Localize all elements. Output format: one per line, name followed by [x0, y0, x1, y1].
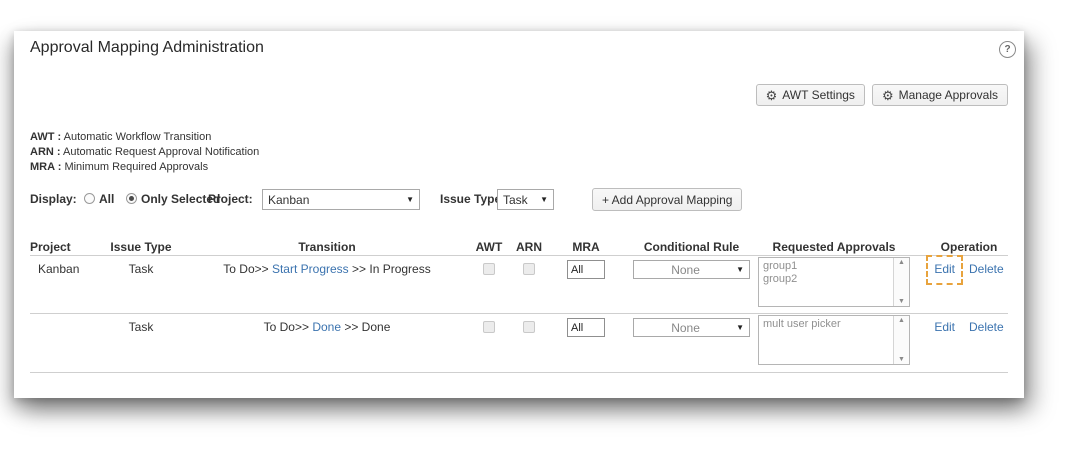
- issue-type-label: Issue Type:: [440, 192, 505, 206]
- table-row: Kanban Task To Do>> Start Progress >> In…: [14, 257, 1024, 313]
- scroll-down-icon[interactable]: ▼: [898, 298, 905, 305]
- scroll-up-icon[interactable]: ▲: [898, 317, 905, 324]
- gear-icon: ⚙: [882, 89, 894, 102]
- header-operation: Operation: [919, 240, 1019, 254]
- transition-from: To Do>>: [223, 262, 272, 276]
- chevron-down-icon: ▼: [406, 195, 414, 204]
- table-header-row: Project Issue Type Transition AWT ARN MR…: [14, 240, 1024, 256]
- divider: [30, 313, 1008, 314]
- delete-link[interactable]: Delete: [969, 320, 1004, 334]
- transition-link[interactable]: Start Progress: [272, 262, 349, 276]
- delete-link[interactable]: Delete: [969, 262, 1004, 276]
- arn-checkbox[interactable]: [523, 263, 535, 275]
- textarea-scrollbar[interactable]: ▲ ▼: [893, 316, 909, 364]
- header-arn: ARN: [509, 240, 549, 254]
- legend-term: MRA :: [30, 161, 61, 173]
- edit-link-highlight: Edit: [934, 262, 955, 276]
- operation-cell: Edit Delete: [919, 320, 1019, 334]
- display-all-radio[interactable]: [84, 193, 95, 204]
- operation-cell: Edit Delete: [919, 262, 1019, 276]
- scroll-up-icon[interactable]: ▲: [898, 259, 905, 266]
- transition-from: To Do>>: [264, 320, 313, 334]
- legend-line-arn: ARN : Automatic Request Approval Notific…: [30, 145, 259, 160]
- header-transition: Transition: [207, 240, 447, 254]
- project-label: Project:: [208, 192, 253, 206]
- transition-to: >> In Progress: [349, 262, 431, 276]
- transition-link[interactable]: Done: [312, 320, 341, 334]
- legend-description: Automatic Request Approval Notification: [63, 146, 259, 158]
- awt-settings-label: AWT Settings: [782, 88, 855, 102]
- awt-settings-button[interactable]: ⚙ AWT Settings: [756, 84, 865, 106]
- display-all-label[interactable]: All: [99, 192, 114, 206]
- header-awt: AWT: [469, 240, 509, 254]
- table-row: Task To Do>> Done >> Done All None ▼ mul…: [14, 315, 1024, 371]
- legend-term: AWT :: [30, 131, 61, 143]
- arn-checkbox[interactable]: [523, 321, 535, 333]
- conditional-rule-select[interactable]: None ▼: [633, 260, 750, 279]
- issue-type-select-value: Task: [503, 193, 536, 207]
- row-issue-type-value: Task: [101, 262, 181, 276]
- acronym-legend: AWT : Automatic Workflow Transition ARN …: [30, 130, 259, 175]
- legend-line-mra: MRA : Minimum Required Approvals: [30, 160, 259, 175]
- requested-approvals-textarea[interactable]: group1 group2 ▲ ▼: [758, 257, 910, 307]
- edit-link[interactable]: Edit: [934, 262, 955, 276]
- edit-link[interactable]: Edit: [934, 320, 955, 334]
- divider: [30, 372, 1008, 373]
- gear-icon: ⚙: [766, 89, 778, 102]
- awt-checkbox[interactable]: [483, 263, 495, 275]
- conditional-rule-select[interactable]: None ▼: [633, 318, 750, 337]
- filter-bar: Display: All Only Selected Project: Kanb…: [14, 188, 1024, 214]
- requested-approvals-textarea[interactable]: mult user picker ▲ ▼: [758, 315, 910, 365]
- mra-input[interactable]: All: [567, 318, 605, 337]
- page-title: Approval Mapping Administration: [30, 39, 264, 57]
- legend-line-awt: AWT : Automatic Workflow Transition: [30, 130, 259, 145]
- display-only-selected-radio[interactable]: [126, 193, 137, 204]
- edit-link-wrap: Edit: [934, 320, 955, 334]
- issue-type-select[interactable]: Task ▼: [497, 189, 554, 210]
- requested-approvals-value: group1 group2: [759, 258, 893, 306]
- legend-term: ARN :: [30, 146, 61, 158]
- page-background: Approval Mapping Administration ? ⚙ AWT …: [0, 0, 1071, 451]
- help-icon[interactable]: ?: [999, 41, 1016, 58]
- chevron-down-icon: ▼: [736, 323, 744, 332]
- header-mra: MRA: [561, 240, 611, 254]
- add-approval-mapping-button[interactable]: + Add Approval Mapping: [592, 188, 742, 211]
- transition-to: >> Done: [341, 320, 390, 334]
- conditional-rule-value: None: [639, 321, 732, 335]
- header-conditional-rule: Conditional Rule: [633, 240, 750, 254]
- chevron-down-icon: ▼: [540, 195, 548, 204]
- toolbar: ⚙ AWT Settings ⚙ Manage Approvals: [756, 84, 1008, 106]
- display-label: Display:: [30, 192, 77, 206]
- requested-approvals-value: mult user picker: [759, 316, 893, 364]
- legend-description: Minimum Required Approvals: [64, 161, 208, 173]
- scroll-down-icon[interactable]: ▼: [898, 356, 905, 363]
- mra-input[interactable]: All: [567, 260, 605, 279]
- header-requested-approvals: Requested Approvals: [758, 240, 910, 254]
- approval-mapping-panel: Approval Mapping Administration ? ⚙ AWT …: [14, 31, 1024, 398]
- legend-description: Automatic Workflow Transition: [64, 131, 212, 143]
- manage-approvals-button[interactable]: ⚙ Manage Approvals: [872, 84, 1008, 106]
- add-approval-mapping-label: + Add Approval Mapping: [602, 193, 732, 207]
- project-select[interactable]: Kanban ▼: [262, 189, 420, 210]
- divider: [30, 255, 1008, 256]
- project-select-value: Kanban: [268, 193, 402, 207]
- chevron-down-icon: ▼: [736, 265, 744, 274]
- header-issue-type: Issue Type: [101, 240, 181, 254]
- row-transition: To Do>> Done >> Done: [207, 320, 447, 334]
- textarea-scrollbar[interactable]: ▲ ▼: [893, 258, 909, 306]
- manage-approvals-label: Manage Approvals: [899, 88, 998, 102]
- conditional-rule-value: None: [639, 263, 732, 277]
- row-transition: To Do>> Start Progress >> In Progress: [207, 262, 447, 276]
- row-issue-type-value: Task: [101, 320, 181, 334]
- awt-checkbox[interactable]: [483, 321, 495, 333]
